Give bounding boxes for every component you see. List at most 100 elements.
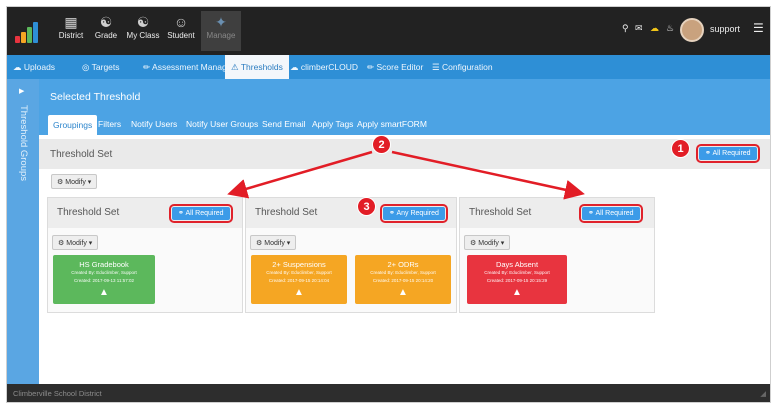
nav-my-class-label: My Class — [126, 31, 160, 40]
subnav-targets[interactable]: ◎ Targets — [82, 55, 120, 79]
subnav-score-editor[interactable]: ✏ Score Editor — [367, 55, 423, 79]
all-required-button[interactable]: ⚭ All Required — [696, 144, 760, 163]
nav-district[interactable]: ▦ District — [53, 11, 89, 51]
threshold-set-bar: Threshold Set ⚭ All Required — [39, 139, 770, 169]
nav-grade-label: Grade — [94, 31, 118, 40]
footer: Climberville School District ◢ — [7, 384, 770, 402]
target-icon: ◎ — [82, 62, 90, 72]
tab-filters[interactable]: Filters — [98, 114, 121, 135]
card-created: Created: 2017-09-15 20:14:04 — [268, 278, 330, 283]
callout-badge-3: 3 — [357, 197, 376, 216]
link-icon: ⚭ — [588, 210, 594, 217]
page-title: Selected Threshold — [50, 91, 141, 103]
tab-notify-users[interactable]: Notify Users — [131, 114, 177, 135]
group-any-required-button[interactable]: ⚭ Any Required — [380, 204, 448, 223]
nav-grade[interactable]: ☯ Grade — [91, 11, 121, 51]
group-modify-button[interactable]: ⚙ Modify ▾ — [464, 235, 511, 250]
card-title: 2+ Suspensions — [272, 260, 326, 269]
nav-student-label: Student — [167, 31, 195, 40]
threshold-card-odrs[interactable]: 2+ ODRs Created By: Educlimber, Support … — [355, 255, 451, 304]
group-header: Threshold Set ⚭ Any Required — [246, 198, 456, 228]
card-created-by: Created By: Educlimber, Support — [71, 270, 137, 275]
subnav-targets-label: Targets — [91, 62, 120, 72]
cloud-icon[interactable]: ☁ — [650, 23, 659, 34]
warning-icon: ▲ — [99, 287, 109, 298]
modify-label: Modify — [65, 179, 86, 186]
card-created: Created: 2017-09-15 20:14:20 — [372, 278, 434, 283]
group-button-label: Any Required — [396, 210, 439, 217]
cloud-icon: ☁ — [290, 62, 299, 72]
card-created-by: Created By: Educlimber, Support — [484, 270, 550, 275]
expand-arrow-icon[interactable]: ▶ — [19, 87, 24, 95]
top-nav-bar: ▦ District ☯ Grade ☯ My Class ☺ Student … — [7, 7, 770, 55]
nav-district-label: District — [58, 31, 84, 40]
card-title: 2+ ODRs — [387, 260, 419, 269]
subnav-assessment-manager[interactable]: ✏ Assessment Manager — [143, 55, 234, 79]
group-title: Threshold Set — [469, 207, 532, 218]
list-icon: ☰ — [432, 62, 440, 72]
subnav-thresholds[interactable]: ⚠ Thresholds — [225, 55, 289, 79]
threshold-card-days-absent[interactable]: Days Absent Created By: Educlimber, Supp… — [467, 255, 567, 304]
group-all-required-button[interactable]: ⚭ All Required — [579, 204, 643, 223]
gears-icon: ⚙ — [57, 179, 64, 186]
threshold-card-hs-gradebook[interactable]: HS Gradebook Created By: Educlimber, Sup… — [53, 255, 155, 304]
search-icon[interactable]: ⚲ — [622, 23, 629, 34]
subnav-configuration[interactable]: ☰ Configuration — [432, 55, 493, 79]
tab-groupings[interactable]: Groupings — [48, 115, 98, 135]
subnav-climbercloud[interactable]: ☁ climberCLOUD — [290, 55, 358, 79]
threshold-groups-sidebar[interactable]: ▶ Threshold Groups — [7, 79, 39, 384]
threshold-header: Selected Threshold Groupings Filters Not… — [39, 79, 770, 135]
link-icon: ⚭ — [705, 150, 711, 157]
group-title: Threshold Set — [255, 207, 318, 218]
card-created-by: Created By: Educlimber, Support — [266, 270, 332, 275]
username[interactable]: support — [710, 24, 740, 34]
tab-apply-tags[interactable]: Apply Tags — [312, 114, 353, 135]
district-icon: ▦ — [64, 14, 78, 30]
logo-icon[interactable] — [15, 21, 41, 43]
modify-button[interactable]: ⚙ Modify ▾ — [51, 174, 98, 189]
group-modify-button[interactable]: ⚙ Modify ▾ — [52, 235, 99, 250]
nav-student[interactable]: ☺ Student — [163, 11, 199, 51]
tab-apply-smartform[interactable]: Apply smartFORM — [357, 114, 427, 135]
upload-cloud-icon: ☁ — [13, 62, 22, 72]
tab-send-email[interactable]: Send Email — [262, 114, 305, 135]
subnav-uploads[interactable]: ☁ Uploads — [13, 55, 55, 79]
grade-icon: ☯ — [99, 14, 113, 30]
pencil-icon: ✏ — [143, 62, 151, 72]
warning-icon: ▲ — [398, 287, 408, 298]
mail-icon[interactable]: ✉ — [635, 23, 643, 34]
bell-icon[interactable]: ♨ — [666, 23, 674, 34]
nav-manage-label: Manage — [206, 31, 236, 40]
hamburger-menu-icon[interactable]: ☰ — [753, 21, 764, 35]
nav-my-class[interactable]: ☯ My Class — [123, 11, 163, 51]
group-all-required-button[interactable]: ⚭ All Required — [169, 204, 233, 223]
resize-grip-icon[interactable]: ◢ — [760, 384, 766, 402]
group-modify-label: Modify — [66, 240, 87, 247]
subnav-thresholds-label: Thresholds — [240, 62, 283, 72]
class-icon: ☯ — [136, 14, 150, 30]
card-created: Created: 2017-09-15 20:15:29 — [486, 278, 548, 283]
threshold-card-suspensions[interactable]: 2+ Suspensions Created By: Educlimber, S… — [251, 255, 347, 304]
avatar[interactable] — [680, 18, 704, 42]
group-header: Threshold Set ⚭ All Required — [460, 198, 654, 228]
nav-manage[interactable]: ✦ Manage — [201, 11, 241, 51]
app-window: ▦ District ☯ Grade ☯ My Class ☺ Student … — [6, 6, 771, 403]
manage-subnav: ☁ Uploads ◎ Targets ✏ Assessment Manager… — [7, 55, 770, 79]
link-icon: ⚭ — [178, 210, 184, 217]
group-modify-label: Modify — [478, 240, 499, 247]
warning-icon: ▲ — [294, 287, 304, 298]
group-button-label: All Required — [185, 210, 224, 217]
group-modify-button[interactable]: ⚙ Modify ▾ — [250, 235, 297, 250]
callout-badge-1: 1 — [671, 139, 690, 158]
threshold-set-label: Threshold Set — [50, 149, 113, 160]
card-title: HS Gradebook — [79, 260, 129, 269]
link-icon: ⚭ — [389, 210, 395, 217]
group-button-label: All Required — [595, 210, 634, 217]
gears-icon: ⚙ — [256, 240, 263, 247]
subnav-score-editor-label: Score Editor — [376, 62, 424, 72]
warning-icon: ⚠ — [231, 62, 239, 72]
gears-icon: ⚙ — [470, 240, 477, 247]
gears-icon: ⚙ — [58, 240, 65, 247]
tab-notify-user-groups[interactable]: Notify User Groups — [186, 114, 258, 135]
subnav-climbercloud-label: climberCLOUD — [300, 62, 359, 72]
